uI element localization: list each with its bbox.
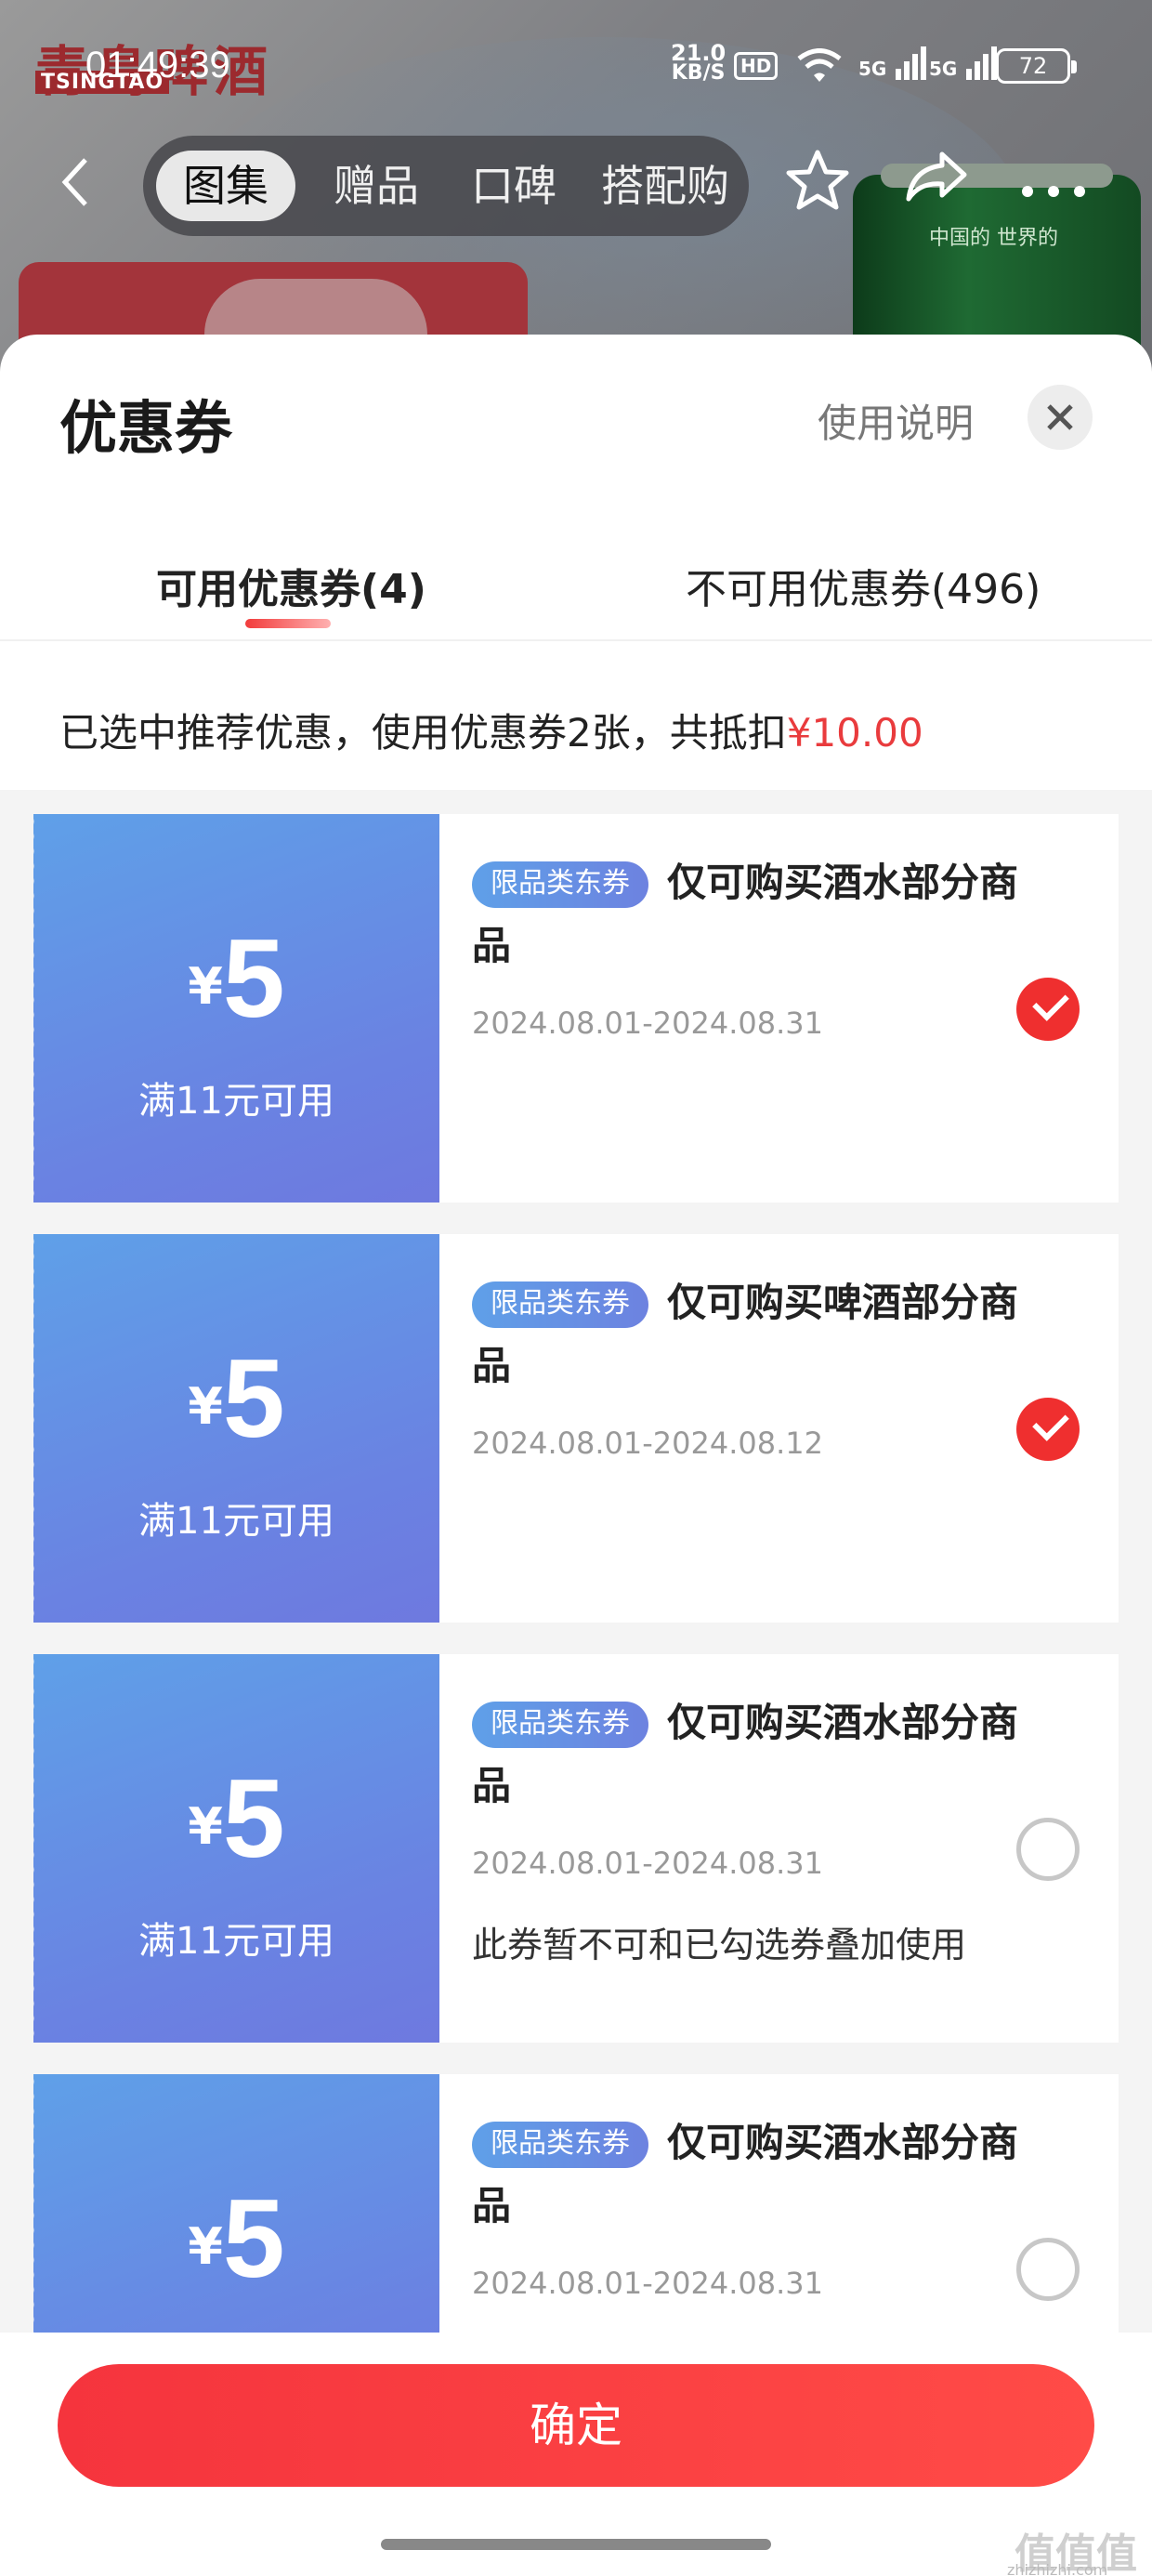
coupon-amount: ¥5 xyxy=(188,1336,285,1461)
coupon-amount: ¥5 xyxy=(188,1756,285,1881)
unchecked-icon[interactable] xyxy=(1016,1818,1080,1881)
coupon-sheet: 优惠券 使用说明 可用优惠券(4) 不可用优惠券(496) 已选中推荐优惠，使用… xyxy=(0,335,1152,2576)
coupon-date: 2024.08.01-2024.08.31 xyxy=(472,2266,823,2301)
coupon-tag: 限品类东券 xyxy=(472,1281,648,1328)
active-tab-underline xyxy=(245,619,331,628)
favorite-star-icon[interactable] xyxy=(784,147,851,230)
coupon-card[interactable]: ¥5 满11元可用 限品类东券 仅可购买啤酒部分商品 2024.08.01-202… xyxy=(28,1234,1119,1623)
checked-icon[interactable] xyxy=(1016,1398,1080,1461)
coupon-date: 2024.08.01-2024.08.31 xyxy=(472,1005,823,1041)
coupon-note: 此券暂不可和已勾选券叠加使用 xyxy=(472,1925,967,1965)
product-nav-bar: 图集 赠品 口碑 搭配购 xyxy=(0,136,1152,238)
coupon-tag: 限品类东券 xyxy=(472,861,648,908)
home-indicator[interactable] xyxy=(381,2539,771,2550)
coupon-card[interactable]: ¥5 限品类东券 仅可购买酒水部分商品 2024.08.01-2024.08.31 xyxy=(28,2074,1119,2333)
status-bar: 01:49:39 21.0 KB/S HD 5G 5G 72 xyxy=(0,35,1152,100)
coupon-description: 限品类东券 仅可购买酒水部分商品 xyxy=(472,860,1019,968)
watermark: 值值值 zhizhizhi.com xyxy=(1007,2530,1137,2576)
coupon-value-panel: ¥5 满11元可用 xyxy=(28,1234,439,1623)
tab-bundle[interactable]: 搭配购 xyxy=(591,151,740,221)
tab-available-coupons[interactable]: 可用优惠券(4) xyxy=(156,556,426,628)
coupon-value-panel: ¥5 满11元可用 xyxy=(28,814,439,1203)
coupon-value-panel: ¥5 满11元可用 xyxy=(28,1654,439,2043)
hd-icon: HD xyxy=(734,52,779,80)
coupon-description: 限品类东券 仅可购买酒水部分商品 xyxy=(472,1700,1019,1808)
sheet-title: 优惠券 xyxy=(59,394,233,462)
coupon-list[interactable]: ¥5 满11元可用 限品类东券 仅可购买酒水部分商品 2024.08.01-202… xyxy=(0,790,1152,2333)
signal-icon-1: 5G xyxy=(858,46,927,80)
coupon-card[interactable]: ¥5 满11元可用 限品类东券 仅可购买酒水部分商品 2024.08.01-202… xyxy=(28,814,1119,1203)
coupon-description: 限品类东券 仅可购买啤酒部分商品 xyxy=(472,1280,1019,1388)
tab-gallery[interactable]: 图集 xyxy=(156,151,295,221)
net-speed: 21.0 KB/S xyxy=(671,40,727,85)
selection-summary: 已选中推荐优惠，使用优惠券2张，共抵扣¥10.00 xyxy=(59,710,923,756)
tab-gifts[interactable]: 赠品 xyxy=(316,151,437,221)
tab-unavailable-coupons[interactable]: 不可用优惠券(496) xyxy=(686,556,1041,615)
status-time: 01:49:39 xyxy=(85,45,230,85)
coupon-date: 2024.08.01-2024.08.12 xyxy=(472,1426,823,1461)
coupon-condition: 满11元可用 xyxy=(138,1500,334,1543)
checked-icon[interactable] xyxy=(1016,978,1080,1041)
coupon-value-panel: ¥5 xyxy=(28,2074,439,2333)
tab-reviews[interactable]: 口碑 xyxy=(453,151,574,221)
confirm-button[interactable]: 确定 xyxy=(58,2364,1094,2487)
discount-amount: ¥10.00 xyxy=(786,710,923,756)
coupon-tag: 限品类东券 xyxy=(472,1702,648,1748)
usage-instructions-link[interactable]: 使用说明 xyxy=(818,392,974,449)
unchecked-icon[interactable] xyxy=(1016,2238,1080,2301)
coupon-tabs: 可用优惠券(4) 不可用优惠券(496) xyxy=(0,530,1152,641)
share-icon[interactable] xyxy=(903,149,970,219)
product-tabs: 图集 赠品 口碑 搭配购 xyxy=(143,136,749,236)
coupon-condition: 满11元可用 xyxy=(138,1080,334,1123)
more-icon[interactable] xyxy=(1018,154,1089,213)
close-icon[interactable] xyxy=(1028,385,1093,450)
coupon-amount: ¥5 xyxy=(188,2176,285,2301)
coupon-date: 2024.08.01-2024.08.31 xyxy=(472,1846,823,1881)
coupon-description: 限品类东券 仅可购买酒水部分商品 xyxy=(472,2120,1019,2228)
coupon-condition: 满11元可用 xyxy=(138,1920,334,1963)
wifi-icon xyxy=(795,48,844,94)
signal-icon-2: 5G xyxy=(929,46,998,80)
coupon-tag: 限品类东券 xyxy=(472,2122,648,2168)
coupon-amount: ¥5 xyxy=(188,916,285,1041)
coupon-card[interactable]: ¥5 满11元可用 限品类东券 仅可购买酒水部分商品 2024.08.01-202… xyxy=(28,1654,1119,2043)
back-icon[interactable] xyxy=(58,154,113,210)
battery-icon: 72 xyxy=(996,48,1077,84)
